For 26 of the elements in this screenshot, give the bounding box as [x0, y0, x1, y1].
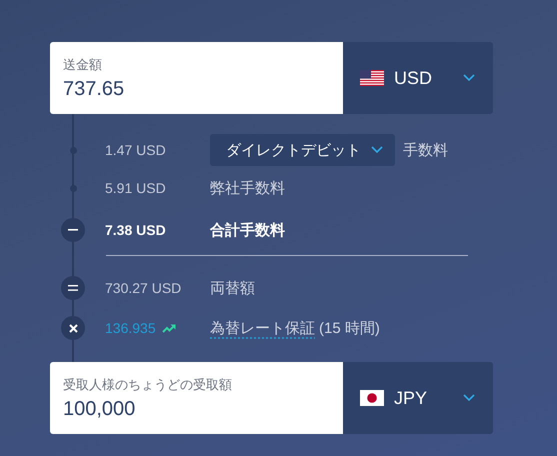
- chevron-down-icon: [371, 146, 383, 154]
- currency-select[interactable]: JPY: [343, 362, 493, 434]
- amount-text: 1.47 USD: [105, 142, 167, 158]
- trending-up-icon: [162, 323, 176, 333]
- chevron-down-icon: [463, 74, 475, 82]
- amount-text: 5.91 USD: [105, 180, 167, 196]
- japan-flag-icon: [360, 390, 384, 406]
- payment-method-dropdown[interactable]: ダイレクトデビット: [210, 134, 395, 166]
- receive-amount-field[interactable]: 受取人様のちょうどの受取額 100,000: [50, 362, 343, 434]
- row-label: 弊社手数料: [210, 178, 285, 198]
- chevron-down-icon: [463, 394, 475, 402]
- amount-text: 730.27 USD: [105, 280, 182, 296]
- us-flag-icon: [360, 70, 384, 86]
- row-label: 合計手数料: [210, 220, 285, 240]
- amount-value: 737.65: [63, 78, 126, 101]
- row-label: 両替額: [210, 278, 255, 298]
- duration-text: (15 時間): [319, 318, 380, 338]
- send-amount-field[interactable]: 送金額 737.65: [50, 42, 343, 114]
- amount-text: 7.38 USD: [105, 222, 167, 238]
- currency-select[interactable]: USD: [343, 42, 493, 114]
- rate-guarantee-link[interactable]: 為替レート保証: [210, 318, 315, 338]
- fee-label: 手数料: [403, 140, 448, 160]
- amount-value: 100,000: [63, 398, 136, 421]
- exchange-rate: 136.935: [105, 320, 156, 336]
- field-label: 受取人様のちょうどの受取額: [63, 376, 233, 394]
- field-label: 送金額: [63, 56, 103, 74]
